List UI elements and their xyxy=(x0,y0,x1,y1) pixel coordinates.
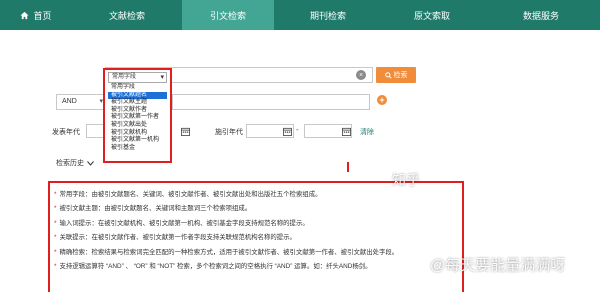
calendar-icon[interactable] xyxy=(181,127,190,136)
search-tips: * 常用字段：由被引文献题名、关键词、被引文献作者、被引文献出处和出版社五个检索组… xyxy=(48,181,464,292)
nav-journal-search[interactable]: 期刊检索 xyxy=(274,0,382,30)
field-option[interactable]: 常用字段 xyxy=(108,84,167,92)
pub-year-label: 发表年代 xyxy=(52,129,80,136)
tip-item: * 关联提示：在被引文献作者、被引文献第一作者字段支持关联规范机构名称的提示。 xyxy=(54,234,296,242)
tip-item: * 精确检索：检索结果与检索词完全匹配的一种检索方式，适用于被引文献作者、被引文献… xyxy=(54,248,399,256)
top-nav: 首页 文献检索 引文检索 期刊检索 原文索取 数据服务 xyxy=(0,0,600,30)
search-button[interactable]: 检索 xyxy=(376,67,416,83)
field-option[interactable]: 被引文献第一作者 xyxy=(108,114,167,122)
search-icon xyxy=(384,71,392,79)
nav-literature-search[interactable]: 文献检索 xyxy=(72,0,182,30)
cite-year-label: 施引年代 xyxy=(215,129,243,136)
search-input-2[interactable] xyxy=(172,94,370,110)
tip-item: * 被引文献主题：由被引文献题名、关键词和主题词三个检索项组成。 xyxy=(54,205,252,213)
nav-home[interactable]: 首页 xyxy=(0,0,72,30)
calendar-icon[interactable] xyxy=(342,127,351,136)
field-dropdown[interactable]: 常用字段 常用字段 被引文献题名 被引文献主题 被引文献作者 被引文献第一作者 … xyxy=(103,68,172,163)
home-icon xyxy=(20,11,30,19)
reset-link[interactable]: 清除 xyxy=(360,127,374,137)
tip-item: * 输入词提示：在被引文献机构、被引文献第一机构、被引基金字段支持规范名称的提示。 xyxy=(54,219,309,227)
highlight-marker xyxy=(347,162,349,172)
field-select[interactable]: 常用字段 xyxy=(108,72,167,83)
tip-item: * 常用字段：由被引文献题名、关键词、被引文献作者、被引文献出处和出版社五个检索组… xyxy=(54,191,322,198)
field-option[interactable]: 被引文献第一机构 xyxy=(108,137,167,145)
calendar-icon[interactable] xyxy=(283,127,292,136)
watermark-text: @每天要能量满满呀 xyxy=(430,257,566,274)
logic-select[interactable]: AND xyxy=(56,94,108,110)
field-option[interactable]: 被引文献出处 xyxy=(108,122,167,130)
search-history-label: 检索历史 xyxy=(56,160,84,167)
search-button-label: 检索 xyxy=(393,72,408,79)
watermark-text: 知乎 xyxy=(392,172,420,188)
add-row-icon[interactable]: + xyxy=(377,95,387,105)
nav-data-service[interactable]: 数据服务 xyxy=(482,0,600,30)
tip-item: * 支持逻辑运算符 “AND” 、 “OR” 和 “NOT” 检索，多个检索词之间… xyxy=(54,263,372,271)
range-dash: - xyxy=(296,125,299,134)
search-history[interactable]: 检索历史 xyxy=(56,158,94,168)
field-option[interactable]: 被引基金 xyxy=(108,145,167,153)
chevron-down-icon xyxy=(87,160,94,166)
nav-fulltext-request[interactable]: 原文索取 xyxy=(382,0,482,30)
nav-citation-search[interactable]: 引文检索 xyxy=(182,0,274,30)
clear-icon[interactable]: × xyxy=(356,70,366,80)
field-option[interactable]: 被引文献主题 xyxy=(108,99,167,107)
nav-home-label: 首页 xyxy=(33,10,52,21)
